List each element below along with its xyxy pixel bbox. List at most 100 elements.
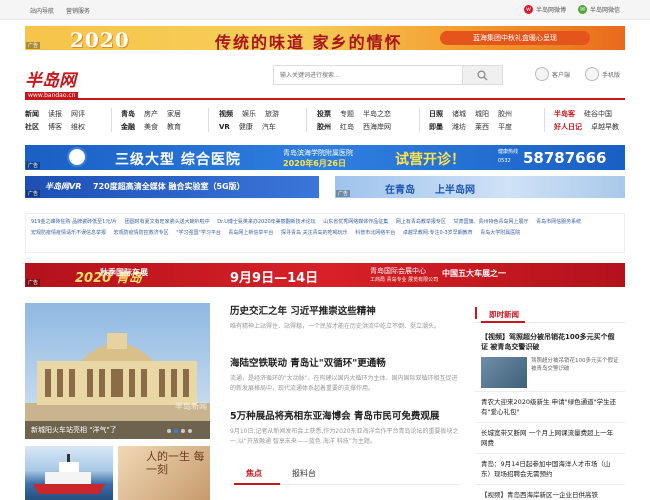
tab-focus[interactable]: 焦点 xyxy=(246,468,262,479)
search-button[interactable] xyxy=(462,66,502,84)
quick-link[interactable]: 宏观防疫情防控救济专区 xyxy=(114,230,169,236)
nav-link[interactable]: 西海岸网 xyxy=(363,122,391,132)
nav-link[interactable]: 新闻 xyxy=(25,109,39,119)
expo-venue: 青岛国际会展中心 xyxy=(370,267,426,275)
nav-link[interactable]: 教育 xyxy=(167,122,181,132)
nav-link[interactable]: 莱西 xyxy=(475,122,489,132)
nav-link[interactable]: 半岛之恋 xyxy=(363,109,391,119)
quick-link[interactable]: 甘肃国旗、贵州特色青岛网上展厅 xyxy=(453,219,528,225)
nav-link[interactable]: 硅谷中国 xyxy=(584,109,612,119)
nav-link[interactable]: 健康 xyxy=(239,122,253,132)
nav-link[interactable]: 卓越早教 xyxy=(591,122,619,132)
wechat-icon: ✉ xyxy=(577,5,587,14)
client-link[interactable]: 客户端 xyxy=(535,67,570,81)
thumb-art[interactable]: 人的一生 每一刻 xyxy=(118,446,210,500)
tab-underline xyxy=(234,483,280,485)
nav-link[interactable]: 日照 xyxy=(429,109,443,119)
tab-tipline[interactable]: 报料台 xyxy=(292,468,316,479)
quick-link[interactable]: 网上有青岛教举报专区 xyxy=(396,219,446,225)
nav-link[interactable]: 金融 xyxy=(121,122,135,132)
slider-dot[interactable] xyxy=(167,429,171,433)
client-icon xyxy=(535,67,549,81)
quick-link[interactable]: Dr.U博士氨英来办2020年美丽翻新技术论坛 xyxy=(217,219,315,225)
site-logo[interactable]: 半岛网 www.bandao.cn xyxy=(25,66,79,99)
nav-link[interactable]: 视频 xyxy=(219,109,233,119)
news-desc: 流通，是经济循环的"大动脉"。在构建以国内大循环为主体、国内国际双循环相互促进的… xyxy=(230,375,458,392)
headline-photo-slider[interactable]: 半岛新闻 新城阳火车站亮相 "洋气"了 xyxy=(25,303,210,439)
hospital-hotline: 健康热线 0532 xyxy=(498,148,522,166)
weibo-link[interactable]: w 半岛网微博 xyxy=(523,5,566,14)
quick-link[interactable]: 宏观防疫情疫情请乐不误信息举报 xyxy=(31,230,106,236)
nav-link[interactable]: 社区 xyxy=(25,122,39,132)
sidebar-news-item[interactable]: 青岛：9月14日起参加中国海洋人才市场（山东）现场招聘会无需预约 xyxy=(475,453,625,484)
top-right-links: w 半岛网微博 ✉ 半岛网微信 xyxy=(523,5,620,14)
thumb-ship[interactable] xyxy=(25,446,113,500)
quick-links: 919金之峰砖狂购 品牌瓷砖低至1元/片 团圆时有夏文有旺家瓷头送大喇叭啦中 D… xyxy=(25,213,625,253)
banner-mooncake-ad[interactable]: 2020 传统的味道 家乡的情怀 蓝海集团中秋礼盒暖心呈现 广告 xyxy=(25,26,625,50)
news-item[interactable]: 海陆空铁联动 青岛让"双循环"更通畅 流通，是经济循环的"大动脉"。在构建以国内… xyxy=(230,355,460,394)
quick-link[interactable]: "学习强国"学习平台 xyxy=(176,230,221,236)
quick-link[interactable]: 卓越早教网:专注0-3岁早期教育 xyxy=(403,230,473,236)
news-title[interactable]: 海陆空铁联动 青岛让"双循环"更通畅 xyxy=(230,355,460,369)
quick-link[interactable]: 探寻青岛 关注青岛的吃喝玩乐 xyxy=(281,230,348,236)
nav-link[interactable]: 半岛客 xyxy=(554,109,575,119)
nav-link[interactable]: 城阳 xyxy=(475,109,489,119)
sidebar-news-item[interactable]: 长城宽带又断网 一个月上网课流量费超上一年网费 xyxy=(475,422,625,453)
nav-link[interactable]: 博客 xyxy=(48,122,62,132)
nav-link[interactable]: 网评 xyxy=(71,109,85,119)
marketing-link[interactable]: 营销服务 xyxy=(66,8,90,15)
nav-link[interactable]: 专题 xyxy=(340,109,354,119)
news-title[interactable]: 历史交汇之年 习近平推崇这些精神 xyxy=(230,303,460,317)
nav-link[interactable]: 即墨 xyxy=(429,122,443,132)
sidebar-news-item[interactable]: 【视频】青岛西海岸新区一企业日供高铁 xyxy=(475,484,625,500)
quick-link[interactable]: 山东省优秀网络媒体作品征集 xyxy=(323,219,388,225)
sidebar-image-row[interactable]: 驾照超分被吊销花100多元买个假证 被青岛交警识破 xyxy=(475,355,625,391)
banner-qingdao-ad[interactable]: 在青岛 上半岛网 广告 xyxy=(335,176,625,198)
site-nav-link[interactable]: 站内导航 xyxy=(30,8,54,15)
slider-dot[interactable] xyxy=(181,429,185,433)
quick-link[interactable]: 科普市北网络平台 xyxy=(355,230,395,236)
nav-link[interactable]: 潍坊 xyxy=(452,122,466,132)
sidebar-top-item[interactable]: 【视频】驾照超分被吊销花100多元买个假证 被青岛交警识破 xyxy=(475,332,625,352)
nav-link[interactable]: 美食 xyxy=(144,122,158,132)
nav-link[interactable]: 旅游 xyxy=(265,109,279,119)
nav-link[interactable]: 青岛 xyxy=(121,109,135,119)
nav-link[interactable]: 诸城 xyxy=(452,109,466,119)
nav-link[interactable]: 胶州 xyxy=(498,109,512,119)
nav-link[interactable]: 红岛 xyxy=(340,122,354,132)
nav-link[interactable]: 汽车 xyxy=(262,122,276,132)
search-input[interactable] xyxy=(274,66,464,84)
news-title[interactable]: 5万种展品将亮相东亚海博会 青岛市民可免费观展 xyxy=(230,408,460,422)
wechat-link[interactable]: ✉ 半岛网微信 xyxy=(577,5,620,14)
quick-link[interactable]: 青岛市网信服务系统 xyxy=(536,219,581,225)
banner-hospital-ad[interactable]: 三级大型 综合医院 青岛滨海学院附属医院 2020年6月26日 试营开诊！ 健康… xyxy=(25,145,625,170)
slider-dot[interactable] xyxy=(174,429,178,433)
nav-link[interactable]: 读报 xyxy=(48,109,62,119)
nav-link[interactable]: 胶州 xyxy=(317,122,331,132)
nav-link[interactable]: 家居 xyxy=(167,109,181,119)
nav-group-qingdao: 青岛 房产 家居 金融 美食 教育 xyxy=(121,107,181,133)
nav-link[interactable]: 投票 xyxy=(317,109,331,119)
nav-divider xyxy=(208,108,209,132)
logo-text: 半岛网 xyxy=(25,71,76,91)
mobile-link[interactable]: 手机版 xyxy=(585,67,620,81)
sidebar-title: 即时新闻 xyxy=(489,310,519,319)
nav-link[interactable]: 维权 xyxy=(71,122,85,132)
sidebar-news-item[interactable]: 青农大迎来2020级新生 申请"绿色通道"学生还有"爱心礼包" xyxy=(475,391,625,422)
nav-link[interactable]: 好人日记 xyxy=(554,122,582,132)
slider-dot[interactable] xyxy=(188,429,192,433)
nav-link[interactable]: 房产 xyxy=(144,109,158,119)
quick-link[interactable]: 青岛网上新信举平台 xyxy=(228,230,273,236)
nav-link[interactable]: VR xyxy=(219,123,230,131)
expo-tagline: 中国五大车展之一 xyxy=(442,269,506,278)
nav-link[interactable]: 平度 xyxy=(498,122,512,132)
quick-link[interactable]: 团圆时有夏文有旺家瓷头送大喇叭啦中 xyxy=(125,219,210,225)
nav-divider xyxy=(306,108,307,132)
thumb-art-text: 人的一生 每一刻 xyxy=(146,450,205,476)
nav-link[interactable]: 娱乐 xyxy=(242,109,256,119)
news-item[interactable]: 历史交汇之年 习近平推崇这些精神 唯有精神上站得住、站得稳，一个民族才能在历史洪… xyxy=(230,303,460,342)
quick-link[interactable]: 919金之峰砖狂购 品牌瓷砖低至1元/片 xyxy=(31,219,117,225)
quick-link[interactable]: 青岛大学附属医院 xyxy=(480,230,520,236)
banner-vr-ad[interactable]: 半岛网VR 720度超高清全媒体 融合实验室（5G版） 广告 xyxy=(25,176,319,198)
news-item[interactable]: 5万种展品将亮相东亚海博会 青岛市民可免费观展 9月10日,记者从新闻发布会上获… xyxy=(230,408,460,447)
